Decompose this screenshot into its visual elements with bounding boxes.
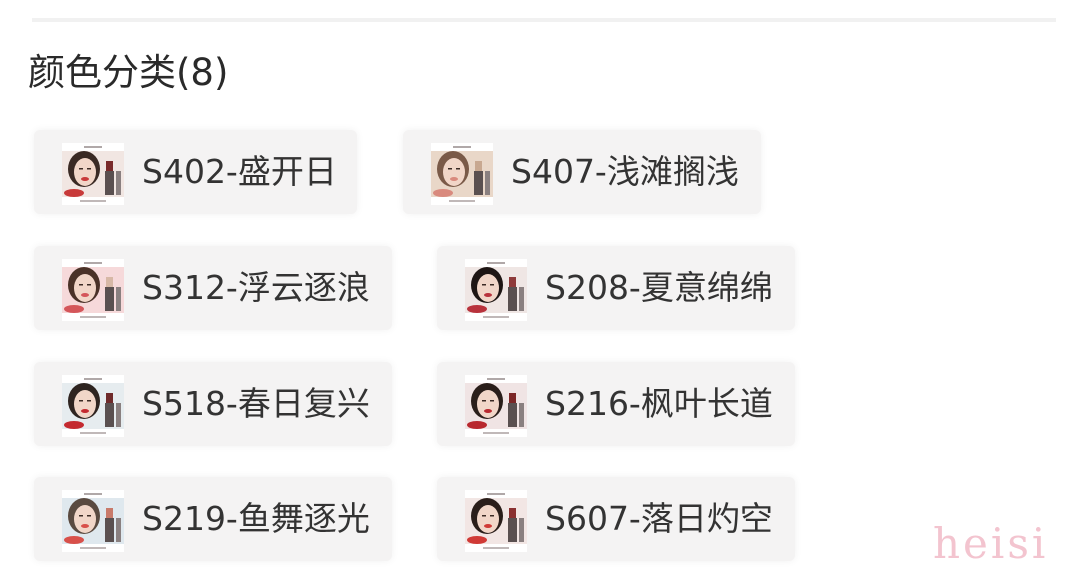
color-option-label: S312-浮云逐浪 (142, 268, 370, 307)
watermark: heisi (933, 519, 1049, 568)
color-option[interactable]: S518-春日复兴 (34, 362, 392, 446)
color-option-label: S607-落日灼空 (545, 499, 773, 538)
product-thumbnail (465, 259, 527, 321)
product-thumbnail (62, 143, 124, 205)
product-thumbnail (62, 375, 124, 437)
product-thumbnail (431, 143, 493, 205)
product-thumbnail (62, 490, 124, 552)
color-option[interactable]: S607-落日灼空 (437, 477, 795, 561)
product-image (465, 375, 527, 437)
color-option-label: S407-浅滩搁浅 (511, 152, 739, 191)
color-option-label: S216-枫叶长道 (545, 384, 773, 423)
product-image (431, 143, 493, 205)
color-option[interactable]: S402-盛开日 (34, 130, 357, 214)
color-option-label: S518-春日复兴 (142, 384, 370, 423)
top-divider (32, 18, 1056, 22)
color-option-label: S219-鱼舞逐光 (142, 499, 370, 538)
product-image (62, 375, 124, 437)
product-image (62, 490, 124, 552)
section-title: 颜色分类(8) (28, 51, 229, 94)
product-image (62, 259, 124, 321)
product-image (465, 259, 527, 321)
product-image (465, 490, 527, 552)
color-option[interactable]: S219-鱼舞逐光 (34, 477, 392, 561)
color-option-label: S402-盛开日 (142, 152, 337, 191)
product-thumbnail (62, 259, 124, 321)
color-option[interactable]: S208-夏意绵绵 (437, 246, 795, 330)
color-option[interactable]: S407-浅滩搁浅 (403, 130, 761, 214)
color-option-label: S208-夏意绵绵 (545, 268, 773, 307)
product-image (62, 143, 124, 205)
product-thumbnail (465, 490, 527, 552)
color-option[interactable]: S216-枫叶长道 (437, 362, 795, 446)
product-thumbnail (465, 375, 527, 437)
color-option[interactable]: S312-浮云逐浪 (34, 246, 392, 330)
